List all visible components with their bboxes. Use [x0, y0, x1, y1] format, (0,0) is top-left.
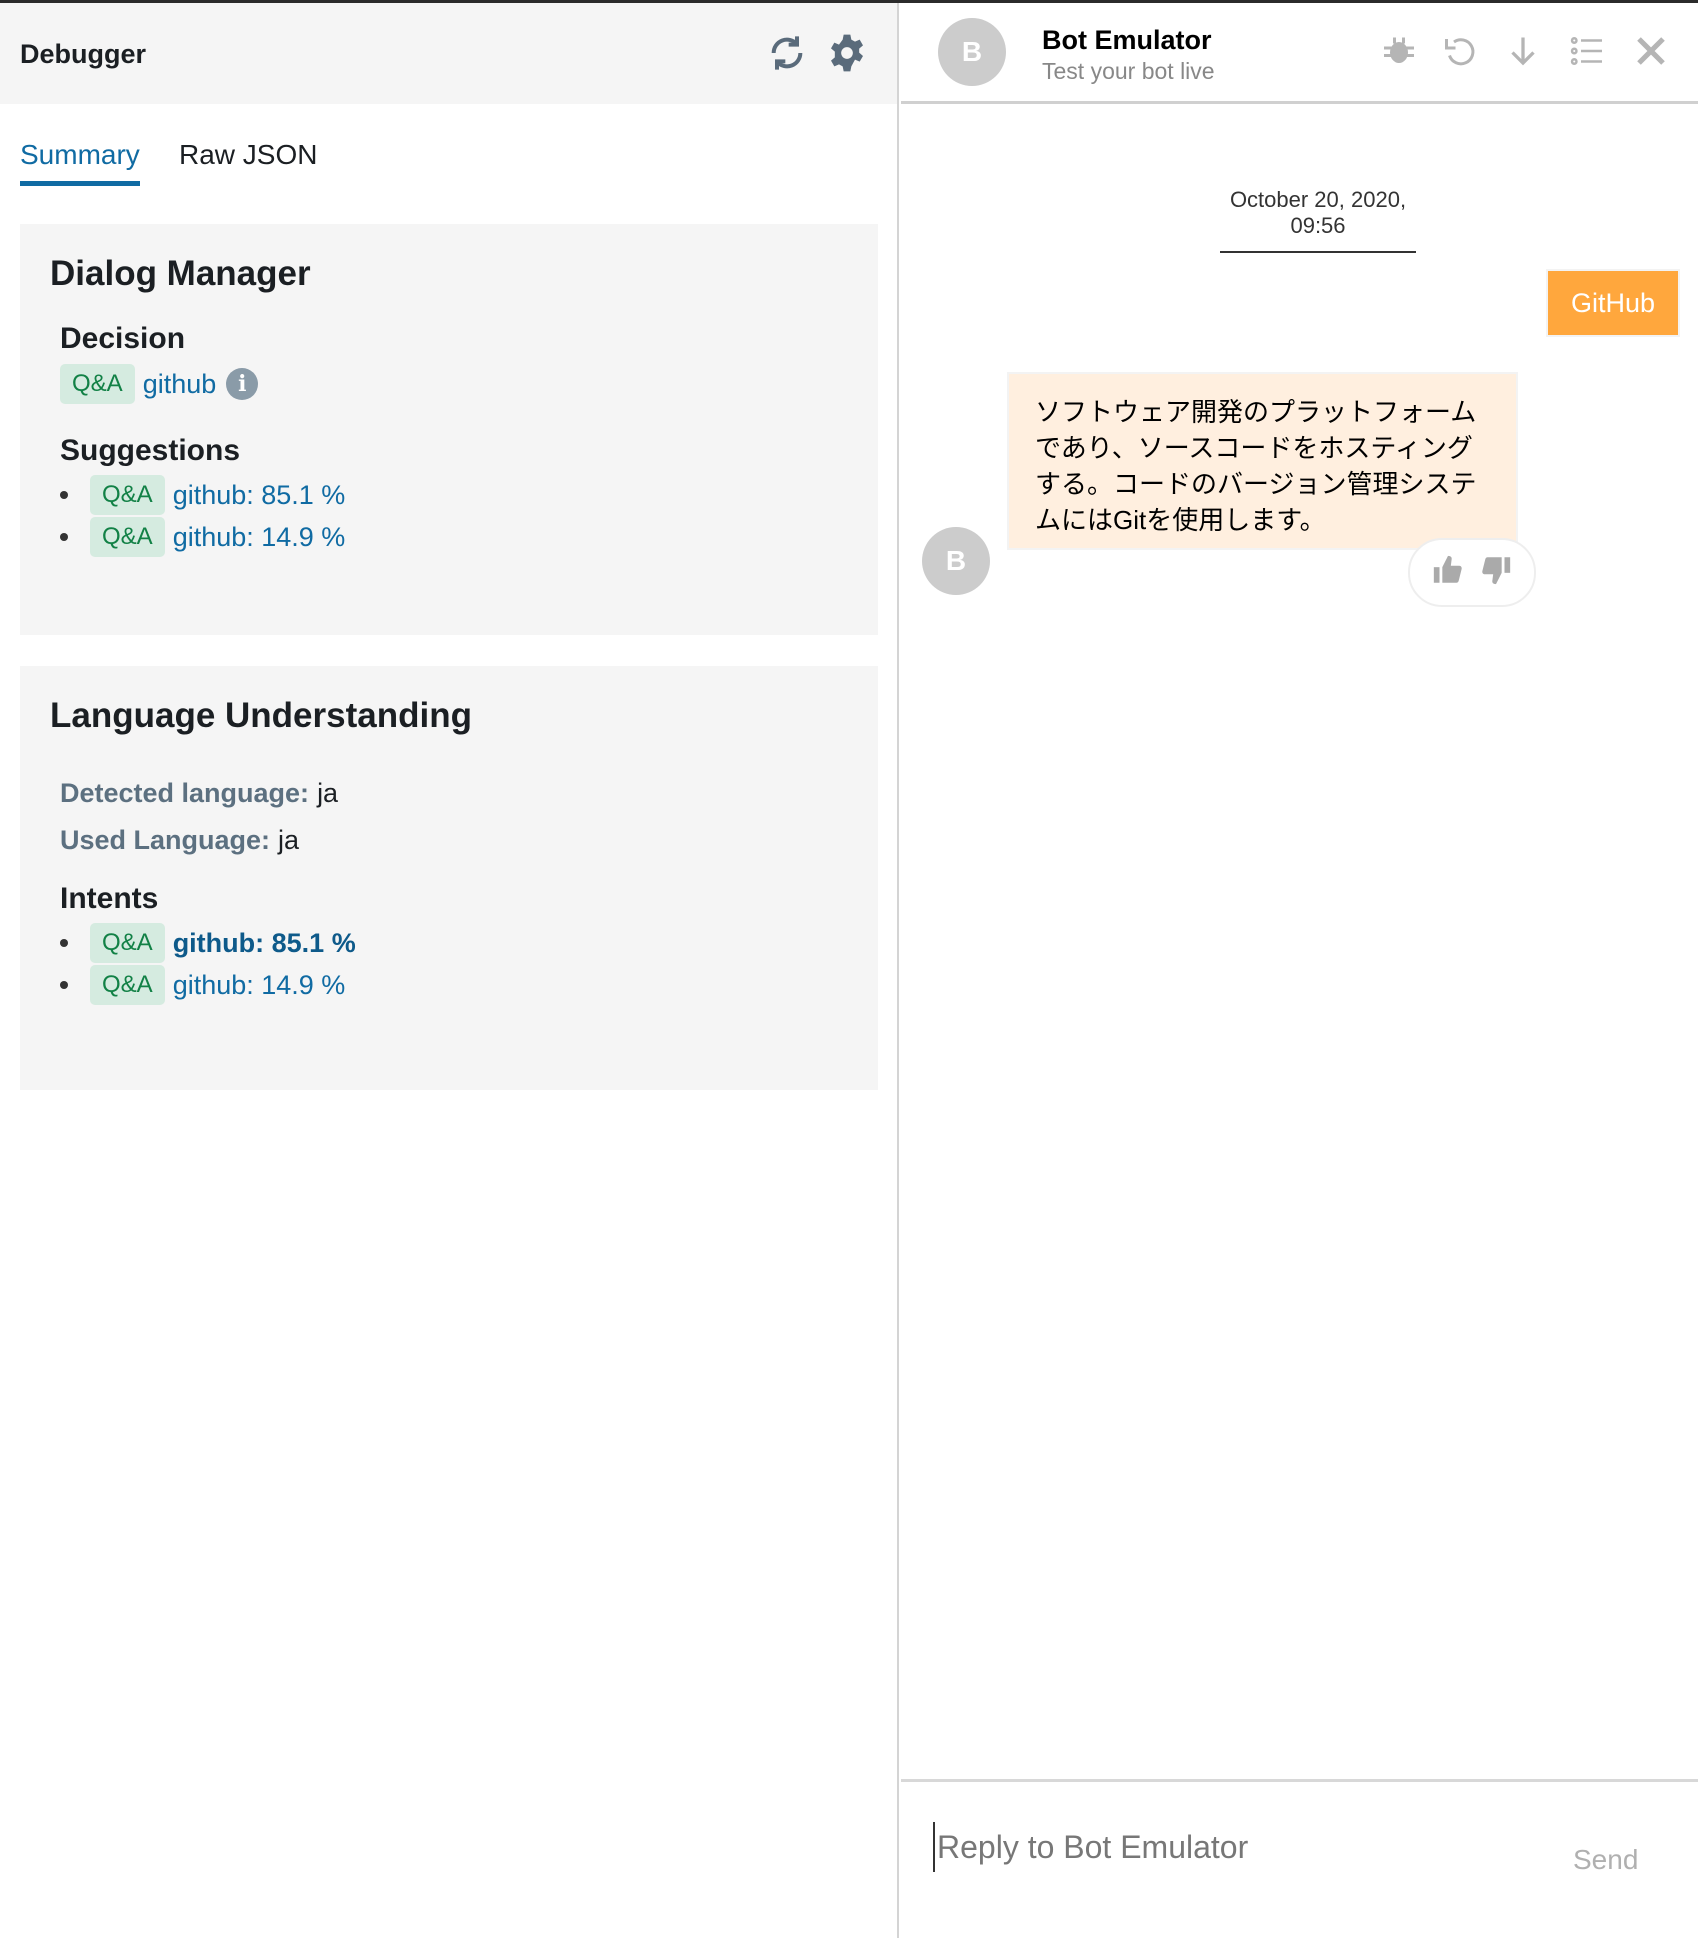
emulator-title: Bot Emulator	[1042, 25, 1212, 55]
detected-language: Detected language: ja	[60, 770, 848, 817]
suggestions-heading: Suggestions	[60, 434, 241, 467]
detected-language-value: ja	[317, 778, 339, 808]
feedback-pill	[1408, 538, 1536, 607]
list-item: Q&A github: 14.9 %	[60, 516, 848, 558]
intents-heading: Intents	[60, 882, 159, 915]
list-item: Q&A github: 85.1 %	[60, 922, 848, 964]
suggestion-link[interactable]: github: 85.1 %	[173, 480, 346, 511]
used-language-label: Used Language:	[60, 825, 271, 855]
used-language-value: ja	[278, 825, 300, 855]
detected-language-label: Detected language:	[60, 778, 310, 808]
bullet	[60, 533, 68, 541]
message-timestamp: October 20, 2020, 09:56	[1220, 187, 1416, 253]
user-message-bubble: GitHub	[1546, 269, 1680, 337]
qna-badge: Q&A	[60, 364, 135, 404]
qna-badge: Q&A	[90, 965, 165, 1005]
qna-badge: Q&A	[90, 475, 165, 515]
bullet	[60, 939, 68, 947]
used-language: Used Language: ja	[60, 817, 848, 864]
list-icon[interactable]	[1569, 33, 1605, 69]
decision-link[interactable]: github	[143, 369, 217, 400]
undo-icon[interactable]	[1442, 33, 1478, 69]
close-icon[interactable]	[1633, 33, 1669, 69]
send-button[interactable]: Send	[1573, 1844, 1638, 1876]
download-icon[interactable]	[1505, 33, 1541, 69]
list-item: Q&A github: 85.1 %	[60, 474, 848, 516]
suggestions-list: Q&A github: 85.1 % Q&A github: 14.9 %	[60, 474, 848, 558]
info-icon[interactable]: i	[226, 368, 259, 400]
refresh-icon[interactable]	[767, 33, 807, 73]
qna-badge: Q&A	[90, 517, 165, 557]
tab-summary[interactable]: Summary	[20, 139, 140, 186]
intents-list: Q&A github: 85.1 % Q&A github: 14.9 %	[60, 922, 848, 1006]
reply-input[interactable]	[933, 1822, 1493, 1872]
bullet	[60, 981, 68, 989]
emulator-panel: B Bot Emulator Test your bot live Octobe…	[901, 3, 1698, 1938]
gear-icon[interactable]	[827, 33, 867, 73]
decision-heading: Decision	[60, 322, 186, 355]
emulator-subtitle: Test your bot live	[1042, 58, 1215, 84]
intent-link[interactable]: github: 85.1 %	[173, 928, 356, 959]
language-understanding-card: Language Understanding Detected language…	[20, 666, 878, 1090]
bug-icon[interactable]	[1381, 33, 1417, 69]
intent-link[interactable]: github: 14.9 %	[173, 970, 346, 1001]
language-understanding-heading: Language Understanding	[50, 696, 472, 735]
suggestion-link[interactable]: github: 14.9 %	[173, 522, 346, 553]
debugger-title: Debugger	[20, 39, 147, 69]
dialog-manager-card: Dialog Manager Decision Q&A github i Sug…	[20, 224, 878, 635]
emulator-header: B Bot Emulator Test your bot live	[901, 3, 1698, 104]
decision-row: Q&A github i	[60, 362, 848, 406]
bot-avatar: B	[922, 527, 990, 595]
debugger-header: Debugger	[0, 3, 897, 104]
thumbs-up-icon[interactable]	[1431, 553, 1465, 592]
qna-badge: Q&A	[90, 923, 165, 963]
dialog-manager-heading: Dialog Manager	[50, 254, 311, 293]
debugger-panel: Debugger Summary Raw JSON Dialog Manager…	[0, 3, 899, 1938]
thumbs-down-icon[interactable]	[1479, 553, 1513, 592]
tab-raw-json[interactable]: Raw JSON	[179, 139, 317, 171]
reply-bar: Send	[901, 1779, 1698, 1938]
bot-message-bubble: ソフトウェア開発のプラットフォームであり、ソースコードをホスティングする。コード…	[1007, 372, 1518, 550]
avatar: B	[938, 18, 1006, 86]
bullet	[60, 491, 68, 499]
list-item: Q&A github: 14.9 %	[60, 964, 848, 1006]
